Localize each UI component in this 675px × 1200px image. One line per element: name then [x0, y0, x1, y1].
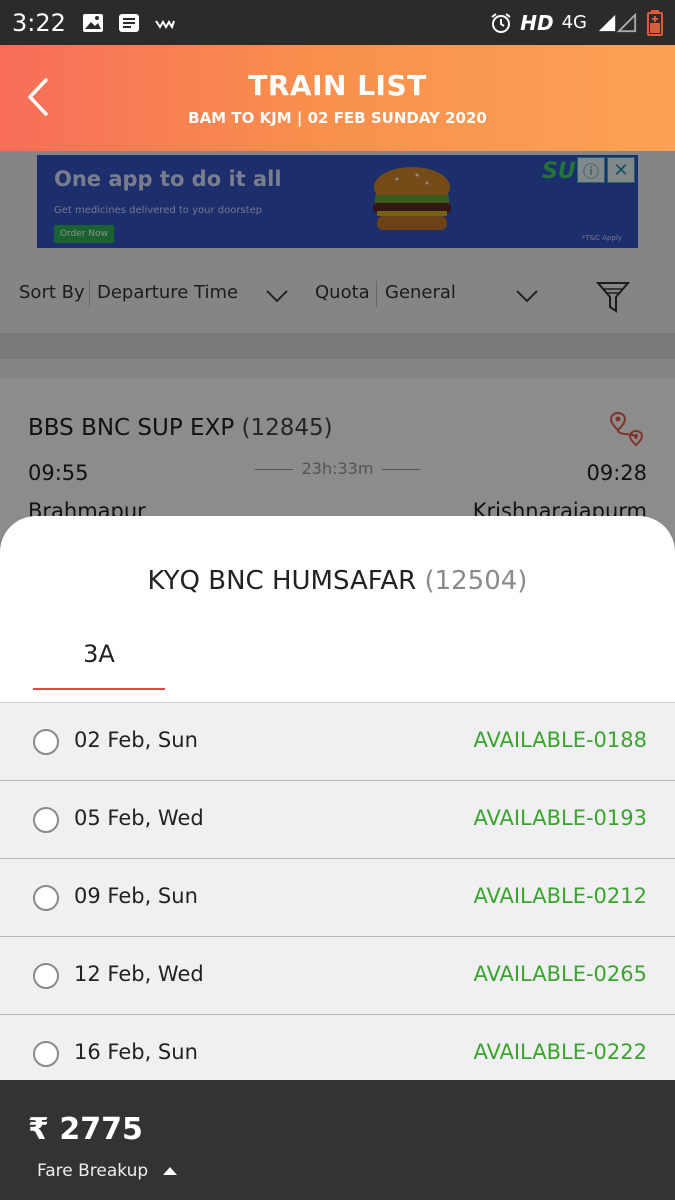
status-bar: 3:22 HD 4G	[0, 0, 675, 45]
radio-button[interactable]	[33, 807, 59, 833]
app-header: TRAIN LIST BAM TO KJM | 02 FEB SUNDAY 20…	[0, 45, 675, 151]
availability-status: AVAILABLE-0212	[473, 884, 647, 908]
availability-status: AVAILABLE-0222	[473, 1040, 647, 1064]
fare-amount: ₹ 2775	[28, 1112, 143, 1147]
availability-date: 12 Feb, Wed	[74, 962, 204, 986]
radio-button[interactable]	[33, 963, 59, 989]
availability-row[interactable]: 16 Feb, Sun AVAILABLE-0222	[0, 1015, 675, 1080]
availability-row[interactable]: 12 Feb, Wed AVAILABLE-0265	[0, 937, 675, 1015]
fare-breakup-label: Fare Breakup	[37, 1161, 149, 1181]
availability-list: 02 Feb, Sun AVAILABLE-0188 05 Feb, Wed A…	[0, 703, 675, 1080]
sheet-train-number: (12504)	[424, 566, 528, 596]
availability-row[interactable]: 02 Feb, Sun AVAILABLE-0188	[0, 703, 675, 781]
radio-button[interactable]	[33, 885, 59, 911]
status-time: 3:22	[12, 8, 66, 37]
signal-icon	[598, 12, 637, 32]
availability-status: AVAILABLE-0188	[473, 728, 647, 752]
message-icon	[118, 13, 139, 32]
caret-up-icon	[163, 1167, 178, 1175]
battery-icon	[647, 9, 663, 36]
availability-date: 16 Feb, Sun	[74, 1040, 198, 1064]
page-title: TRAIN LIST	[248, 69, 427, 102]
fare-breakup-toggle[interactable]: Fare Breakup	[37, 1161, 178, 1181]
gallery-icon	[82, 13, 103, 32]
fare-bar: ₹ 2775 Fare Breakup	[0, 1080, 675, 1200]
radio-button[interactable]	[33, 729, 59, 755]
radio-button[interactable]	[33, 1041, 59, 1067]
availability-date: 05 Feb, Wed	[74, 806, 204, 830]
availability-status: AVAILABLE-0193	[473, 806, 647, 830]
alarm-icon	[491, 12, 511, 33]
availability-row[interactable]: 05 Feb, Wed AVAILABLE-0193	[0, 781, 675, 859]
wifi-signal-icon	[155, 19, 175, 29]
system-status: HD 4G	[490, 9, 663, 36]
availability-row[interactable]: 09 Feb, Sun AVAILABLE-0212	[0, 859, 675, 937]
notification-icons	[82, 13, 176, 33]
availability-status: AVAILABLE-0265	[473, 962, 647, 986]
page-subtitle: BAM TO KJM | 02 FEB SUNDAY 2020	[188, 109, 487, 127]
availability-sheet: KYQ BNC HUMSAFAR (12504) 3A 02 Feb, Sun …	[0, 516, 675, 1080]
availability-date: 09 Feb, Sun	[74, 884, 198, 908]
sheet-train-name: KYQ BNC HUMSAFAR	[147, 566, 417, 596]
sheet-title: KYQ BNC HUMSAFAR (12504)	[0, 566, 675, 596]
network-hd-label: HD	[520, 10, 554, 35]
tab-class-3a[interactable]: 3A	[33, 638, 165, 690]
availability-date: 02 Feb, Sun	[74, 728, 198, 752]
network-type-label: 4G	[561, 12, 587, 33]
